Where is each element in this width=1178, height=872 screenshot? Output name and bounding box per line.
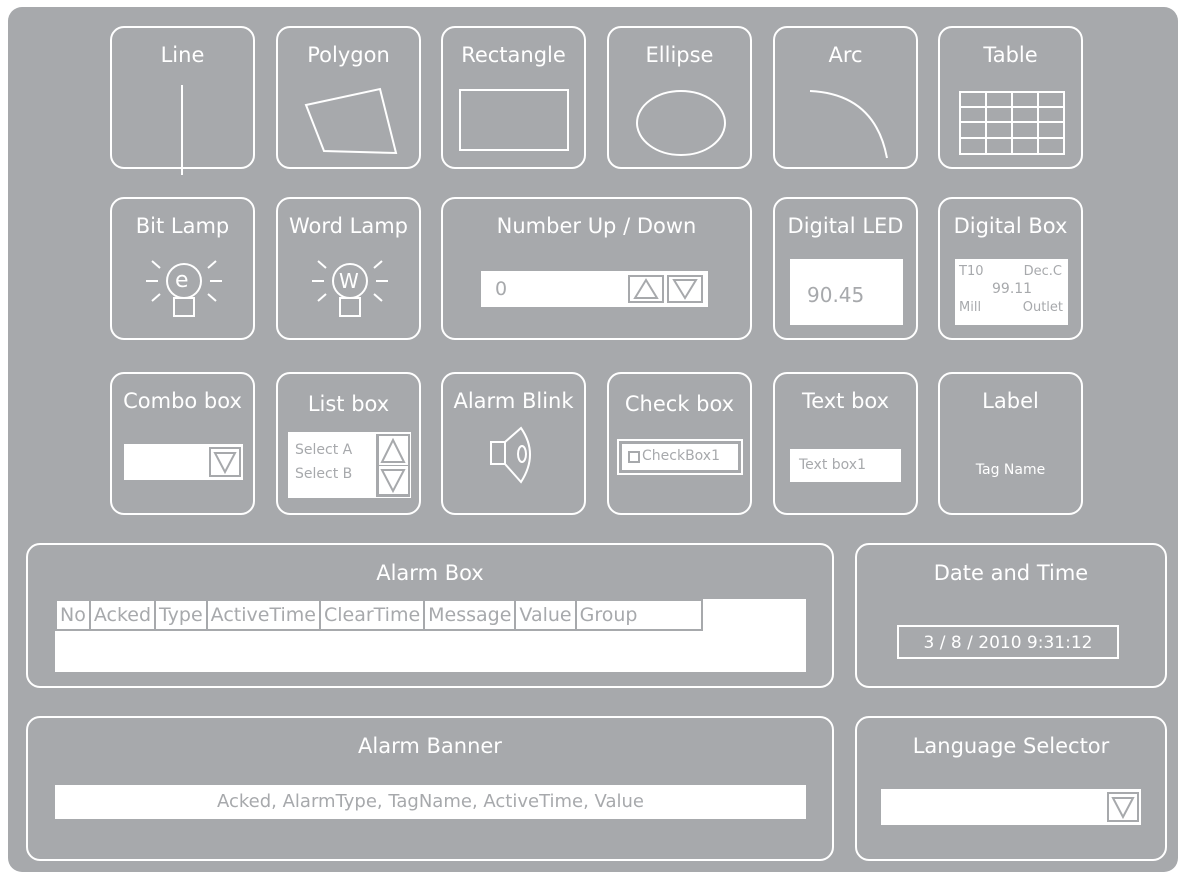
alarm-column-header[interactable]: Group xyxy=(576,601,701,629)
alarm-box-header: No Acked Type ActiveTime ClearTime Messa… xyxy=(55,599,703,631)
alarm-column-header[interactable]: ClearTime xyxy=(320,601,424,629)
alarm-banner-tile[interactable]: Alarm Banner Acked, AlarmType, TagName, … xyxy=(26,716,834,861)
number-updown-field[interactable]: 0 xyxy=(481,271,708,307)
digital-box-display: T10 Dec.C 99.11 Mill Outlet xyxy=(955,259,1068,325)
polygon-title: Polygon xyxy=(307,43,390,67)
word-lamp-glyph: W xyxy=(339,269,359,293)
date-time-tile[interactable]: Date and Time 3 / 8 / 2010 9:31:12 xyxy=(855,543,1167,688)
digital-box-bottom-right: Outlet xyxy=(1022,300,1063,315)
digital-led-tile[interactable]: Digital LED 90.45 xyxy=(773,197,918,340)
ellipse-title: Ellipse xyxy=(645,43,714,67)
down-arrow-icon[interactable] xyxy=(376,465,410,497)
arc-title: Arc xyxy=(828,43,863,67)
digital-led-title: Digital LED xyxy=(787,214,904,238)
line-tile[interactable]: Line xyxy=(110,26,255,175)
table-title: Table xyxy=(983,43,1038,67)
text-box-tile[interactable]: Text box Text box1 xyxy=(773,372,918,515)
ellipse-icon xyxy=(636,90,726,156)
line-icon xyxy=(181,85,183,175)
text-box-value: Text box1 xyxy=(799,457,866,473)
alarm-column-header[interactable]: ActiveTime xyxy=(207,601,319,629)
list-box-tile[interactable]: List box Select A Select B xyxy=(276,372,421,515)
digital-box-top-right: Dec.C xyxy=(1023,264,1062,279)
word-lamp-tile[interactable]: Word Lamp W xyxy=(276,197,421,340)
check-box-tile[interactable]: Check box CheckBox1 xyxy=(607,372,752,515)
digital-box-bottom-left: Mill xyxy=(959,300,982,315)
digital-box-title: Digital Box xyxy=(953,214,1068,238)
number-updown-value: 0 xyxy=(495,278,508,300)
digital-box-top-left: T10 xyxy=(959,264,984,279)
checkbox-frame[interactable]: CheckBox1 xyxy=(617,439,743,475)
date-time-title: Date and Time xyxy=(933,561,1089,585)
table-tile[interactable]: Table xyxy=(938,26,1083,169)
alarm-column-header[interactable]: Message xyxy=(425,601,515,629)
alarm-column-header[interactable]: No xyxy=(57,601,89,629)
chevron-down-icon[interactable] xyxy=(208,446,242,478)
table-icon xyxy=(959,91,1065,155)
text-box-title: Text box xyxy=(801,389,890,413)
list-box-item[interactable]: Select B xyxy=(295,466,352,482)
digital-led-value: 90.45 xyxy=(807,283,865,307)
word-lamp-title: Word Lamp xyxy=(288,214,408,238)
up-arrow-icon[interactable] xyxy=(626,273,666,305)
chevron-down-icon[interactable] xyxy=(1106,791,1140,823)
polygon-icon xyxy=(304,87,398,155)
checkbox-inner: CheckBox1 xyxy=(622,444,738,470)
bit-lamp-title: Bit Lamp xyxy=(135,214,230,238)
language-selector-field[interactable] xyxy=(881,789,1141,825)
number-updown-title: Number Up / Down xyxy=(496,214,697,238)
checkbox-icon[interactable] xyxy=(628,451,640,463)
down-arrow-icon[interactable] xyxy=(665,273,705,305)
alarm-box-table[interactable]: No Acked Type ActiveTime ClearTime Messa… xyxy=(55,599,806,672)
label-tile[interactable]: Label Tag Name xyxy=(938,372,1083,515)
digital-box-tile[interactable]: Digital Box T10 Dec.C 99.11 Mill Outlet xyxy=(938,197,1083,340)
combo-box-field[interactable] xyxy=(124,444,243,480)
bit-lamp-glyph: e xyxy=(175,268,189,293)
ellipse-tile[interactable]: Ellipse xyxy=(607,26,752,169)
alarm-blink-title: Alarm Blink xyxy=(453,389,574,413)
date-time-value: 3 / 8 / 2010 9:31:12 xyxy=(923,633,1093,653)
alarm-banner-field: Acked, AlarmType, TagName, ActiveTime, V… xyxy=(55,785,806,819)
polygon-tile[interactable]: Polygon xyxy=(276,26,421,169)
label-value: Tag Name xyxy=(975,462,1046,478)
up-arrow-icon[interactable] xyxy=(376,434,410,466)
checkbox-label: CheckBox1 xyxy=(642,448,720,464)
alarm-banner-title: Alarm Banner xyxy=(358,734,502,758)
alarm-blink-tile[interactable]: Alarm Blink xyxy=(441,372,586,515)
alarm-box-tile[interactable]: Alarm Box No Acked Type ActiveTime Clear… xyxy=(26,543,834,688)
rectangle-title: Rectangle xyxy=(461,43,566,67)
line-title: Line xyxy=(160,43,205,67)
digital-box-value: 99.11 xyxy=(992,281,1033,297)
arc-icon xyxy=(809,90,888,159)
rectangle-icon xyxy=(459,89,569,151)
alarm-column-header[interactable]: Value xyxy=(516,601,575,629)
combo-box-title: Combo box xyxy=(123,389,242,413)
number-updown-tile[interactable]: Number Up / Down 0 xyxy=(441,197,752,340)
list-box-title: List box xyxy=(307,392,390,416)
alarm-column-header[interactable]: Acked xyxy=(90,601,155,629)
arc-tile[interactable]: Arc xyxy=(773,26,918,169)
text-box-field[interactable]: Text box1 xyxy=(790,449,901,482)
bit-lamp-tile[interactable]: Bit Lamp e xyxy=(110,197,255,340)
language-selector-title: Language Selector xyxy=(912,734,1110,758)
list-box-field[interactable]: Select A Select B xyxy=(288,432,411,498)
digital-led-display: 90.45 xyxy=(790,259,903,325)
alarm-banner-value: Acked, AlarmType, TagName, ActiveTime, V… xyxy=(217,791,644,812)
language-selector-tile[interactable]: Language Selector xyxy=(855,716,1167,861)
alarm-column-header[interactable]: Type xyxy=(156,601,206,629)
check-box-title: Check box xyxy=(624,392,735,416)
alarm-box-title: Alarm Box xyxy=(376,561,484,585)
date-time-display: 3 / 8 / 2010 9:31:12 xyxy=(897,625,1119,659)
combo-box-tile[interactable]: Combo box xyxy=(110,372,255,515)
widget-panel: Line Polygon Rectangle Ellipse Arc Table… xyxy=(8,7,1178,872)
label-title: Label xyxy=(982,389,1039,413)
rectangle-tile[interactable]: Rectangle xyxy=(441,26,586,169)
speaker-icon xyxy=(490,426,531,484)
list-box-item[interactable]: Select A xyxy=(295,442,352,458)
